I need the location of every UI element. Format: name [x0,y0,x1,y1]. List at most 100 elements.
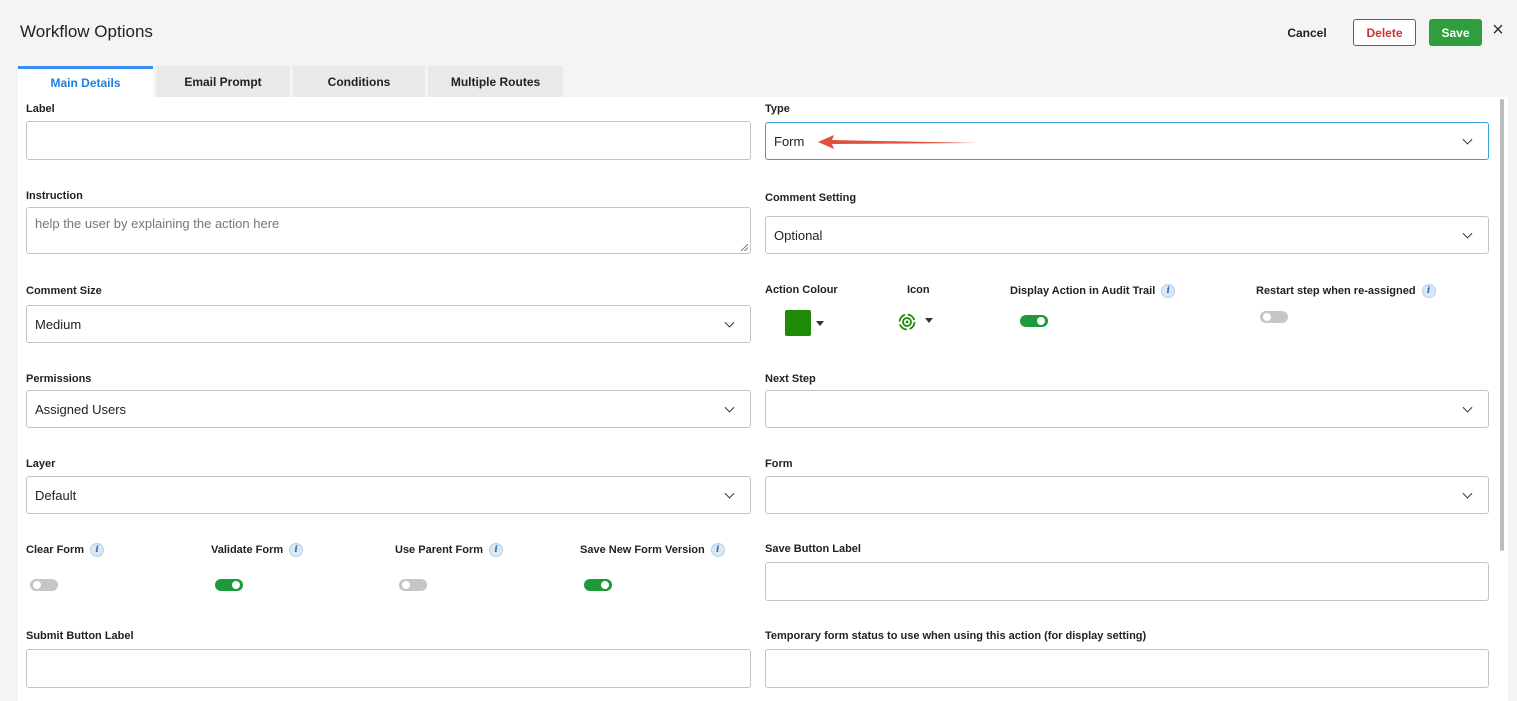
action-colour-title: Action Colour [765,284,838,296]
comment-size-title-text: Comment Size [26,285,102,297]
dialog-header: Workflow Options Cancel Delete Save × [0,0,1517,66]
gear-cycle-icon[interactable] [897,312,917,332]
info-icon[interactable]: i [1421,284,1436,298]
layer-value: Default [35,487,77,503]
toggle-knob [402,581,410,589]
temp-form-status-input[interactable] [765,649,1489,688]
instruction-title-text: Instruction [26,190,83,202]
use-parent-form-toggle[interactable] [399,579,427,591]
temp-form-status-title-text: Temporary form status to use when using … [765,630,1147,642]
chevron-down-icon [724,488,735,499]
next-step-title: Next Step [765,373,816,385]
colour-caret-down-icon[interactable] [816,321,824,326]
form-select-title-text: Form [765,458,793,470]
use-parent-form-title: Use Parent Form i [395,543,504,557]
chevron-down-icon [724,402,735,413]
display-audit-title-text: Display Action in Audit Trail [1010,285,1156,297]
tab-multiple-routes[interactable]: Multiple Routes [428,66,563,97]
dialog-title: Workflow Options [20,22,153,41]
comment-setting-title-text: Comment Setting [765,192,857,204]
submit-button-label-title-text: Submit Button Label [26,630,134,642]
instruction-title: Instruction [26,190,83,202]
restart-step-title-text: Restart step when re-assigned [1256,285,1416,297]
chevron-down-icon [724,317,735,328]
toggle-knob [1263,313,1271,321]
layer-select[interactable]: Default [26,476,751,514]
save-button-label-input[interactable] [765,562,1489,601]
icon-title: Icon [907,284,930,296]
permissions-value: Assigned Users [35,401,127,417]
validate-form-toggle[interactable] [215,579,243,591]
restart-step-toggle[interactable] [1260,311,1288,323]
chevron-down-icon [1462,228,1473,239]
label-input[interactable] [26,121,751,160]
info-icon[interactable]: i [489,543,504,557]
temp-form-status-title: Temporary form status to use when using … [765,630,1146,642]
comment-setting-select[interactable]: Optional [765,216,1489,254]
form-select[interactable] [765,476,1489,514]
permissions-title-text: Permissions [26,373,92,385]
display-audit-title: Display Action in Audit Trail i [1010,284,1176,298]
instruction-placeholder: help the user by explaining the action h… [35,216,280,231]
close-icon[interactable]: × [1487,19,1509,43]
toggle-knob [601,581,609,589]
clear-form-toggle[interactable] [30,579,58,591]
info-icon[interactable]: i [710,543,725,557]
clear-form-title-text: Clear Form [26,544,85,556]
permissions-select[interactable]: Assigned Users [26,390,751,428]
save-new-form-version-title: Save New Form Version i [580,543,725,557]
save-button-label-title: Save Button Label [765,543,861,555]
comment-setting-value: Optional [774,227,823,243]
type-title-text: Type [765,103,790,115]
layer-title-text: Layer [26,458,56,470]
next-step-title-text: Next Step [765,373,816,385]
delete-button[interactable]: Delete [1353,19,1416,46]
type-title: Type [765,103,790,115]
display-audit-toggle[interactable] [1020,315,1048,327]
resize-grip-icon[interactable] [741,244,748,251]
comment-setting-title: Comment Setting [765,192,856,204]
info-icon[interactable]: i [90,543,105,557]
layer-title: Layer [26,458,55,470]
restart-step-title: Restart step when re-assigned i [1256,284,1436,298]
toggle-knob [33,581,41,589]
save-new-form-version-toggle[interactable] [584,579,612,591]
info-icon[interactable]: i [1161,284,1176,298]
info-icon[interactable]: i [289,543,304,557]
validate-form-title-text: Validate Form [211,544,284,556]
type-value: Form [774,133,805,149]
icon-caret-down-icon[interactable] [925,318,933,323]
validate-form-title: Validate Form i [211,543,304,557]
comment-size-value: Medium [35,316,82,332]
label-field-title: Label [26,103,55,115]
label-field-title-text: Label [26,103,55,115]
chevron-down-icon [1462,488,1473,499]
submit-button-label-title: Submit Button Label [26,630,134,642]
comment-size-title: Comment Size [26,285,102,297]
comment-size-select[interactable]: Medium [26,305,751,343]
action-colour-title-text: Action Colour [765,284,838,296]
save-new-form-version-title-text: Save New Form Version [580,544,705,556]
next-step-select[interactable] [765,390,1489,428]
submit-button-label-input[interactable] [26,649,751,688]
icon-title-text: Icon [907,284,930,296]
use-parent-form-title-text: Use Parent Form [395,544,484,556]
annotation-arrow-icon [818,135,978,149]
save-button-label-title-text: Save Button Label [765,543,861,555]
tab-main-details[interactable]: Main Details [18,66,153,97]
toggle-knob [1037,317,1045,325]
clear-form-title: Clear Form i [26,543,105,557]
tab-email-prompt[interactable]: Email Prompt [156,66,290,97]
chevron-down-icon [1462,402,1473,413]
tab-bar: Main Details Email Prompt Conditions Mul… [18,66,563,97]
save-button[interactable]: Save [1429,19,1482,46]
cancel-button[interactable]: Cancel [1276,20,1338,46]
toggle-knob [232,581,240,589]
permissions-title: Permissions [26,373,91,385]
instruction-textarea[interactable]: help the user by explaining the action h… [26,207,751,254]
form-select-title: Form [765,458,793,470]
panel-scrollbar[interactable] [1500,99,1504,551]
action-colour-swatch[interactable] [785,310,811,336]
tab-conditions[interactable]: Conditions [293,66,425,97]
chevron-down-icon [1462,134,1473,145]
